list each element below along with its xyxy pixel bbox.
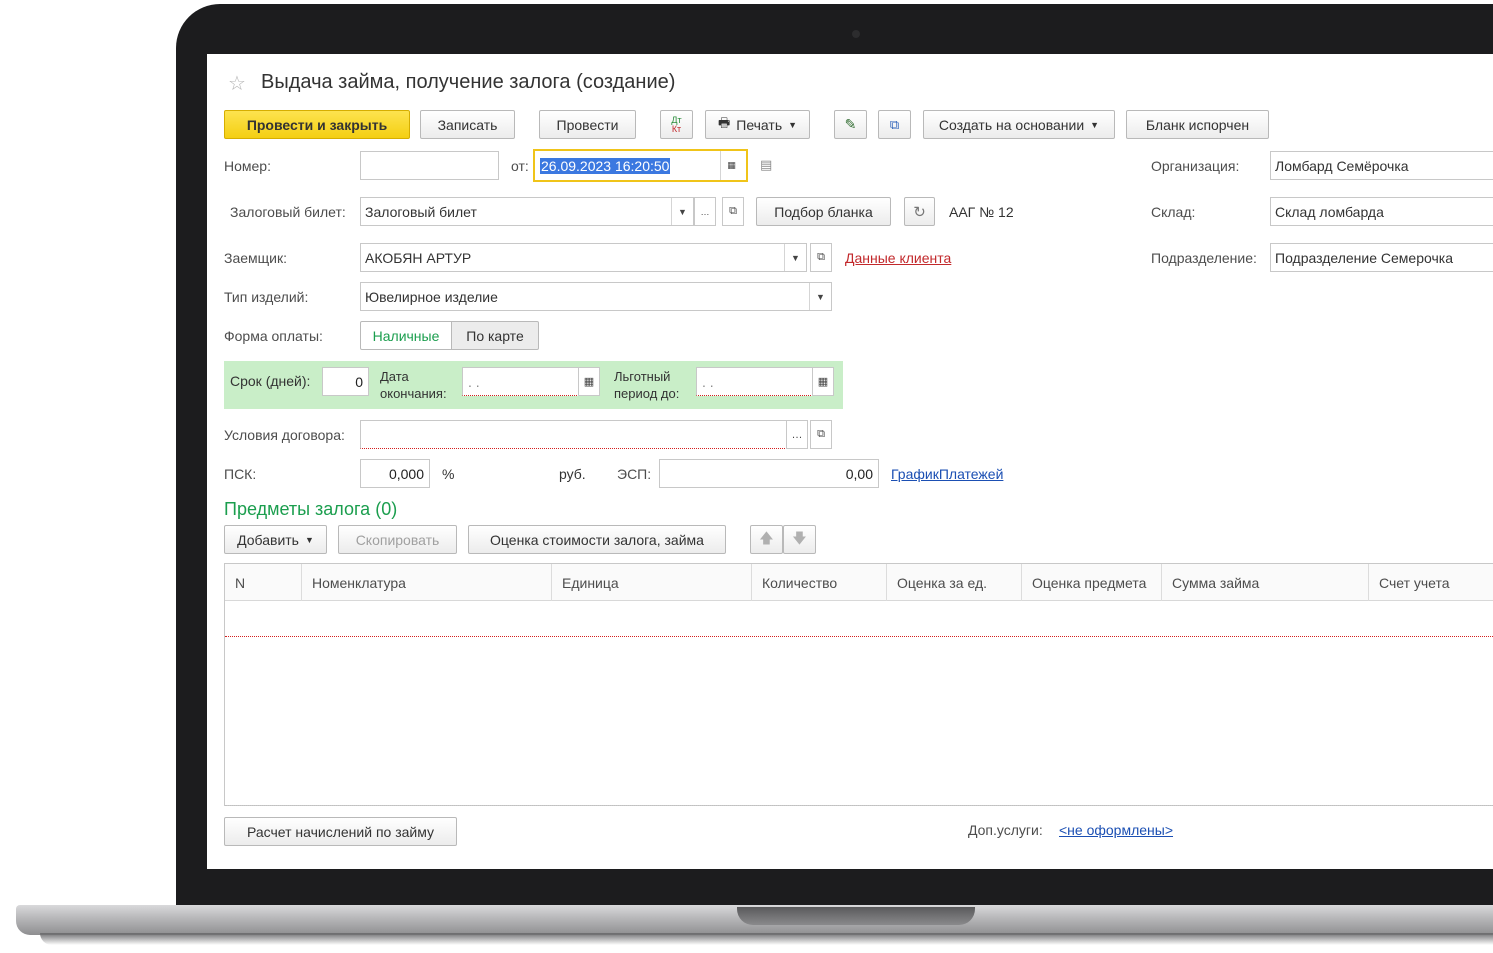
- printer-icon: 🖶: [717, 114, 731, 130]
- save-button[interactable]: Записать: [420, 110, 515, 139]
- blank-spoiled-button[interactable]: Бланк испорчен: [1126, 110, 1269, 139]
- column-header[interactable]: N: [225, 564, 302, 601]
- valuation-button[interactable]: Оценка стоимости залога, займа: [468, 525, 726, 554]
- organization-label: Организация:: [1151, 158, 1240, 174]
- ticket-select-icon[interactable]: …: [694, 197, 716, 226]
- department-field[interactable]: Подразделение Семерочка: [1270, 243, 1493, 272]
- ticket-label: Залоговый билет:: [230, 204, 346, 220]
- extra-services-label: Доп.услуги:: [968, 822, 1043, 838]
- loan-calculation-button[interactable]: Расчет начислений по займу: [224, 817, 457, 846]
- ticket-open-icon[interactable]: ⧉: [722, 197, 744, 226]
- rub-label: руб.: [559, 466, 586, 482]
- pick-blank-button[interactable]: Подбор бланка: [756, 197, 891, 226]
- date-field[interactable]: 26.09.2023 16:20:50: [533, 149, 748, 182]
- chevron-down-icon: ▼: [1090, 119, 1100, 130]
- esp-field[interactable]: 0,00: [659, 459, 879, 488]
- psk-unit: %: [442, 466, 455, 482]
- borrower-dropdown-icon[interactable]: ▼: [784, 244, 806, 271]
- refresh-button[interactable]: ↻: [904, 197, 935, 226]
- column-header[interactable]: Сумма займа: [1162, 564, 1369, 601]
- sign-button[interactable]: ✎: [834, 110, 867, 139]
- ticket-number: ААГ № 12: [949, 204, 1014, 220]
- favorite-star-icon[interactable]: ☆: [228, 71, 246, 96]
- number-field[interactable]: [360, 151, 499, 180]
- psk-field[interactable]: 0,000: [360, 459, 430, 488]
- client-data-link[interactable]: Данные клиента: [845, 250, 951, 266]
- structure-button[interactable]: ⧉: [878, 110, 911, 139]
- document-structure-icon: ⧉: [889, 116, 900, 132]
- ticket-dropdown-icon[interactable]: ▼: [671, 198, 693, 225]
- move-down-button[interactable]: 🡇: [783, 525, 816, 554]
- payment-form-label: Форма оплаты:: [224, 328, 323, 344]
- add-button[interactable]: Добавить ▼: [224, 525, 327, 554]
- post-and-close-button[interactable]: Провести и закрыть: [224, 110, 410, 139]
- table-header: N Номенклатура Единица Количество Оценка…: [225, 564, 1493, 601]
- item-type-field[interactable]: Ювелирное изделие: [360, 282, 832, 311]
- ticket-field[interactable]: Залоговый билет: [360, 197, 694, 226]
- move-up-button[interactable]: 🡅: [750, 525, 783, 554]
- pen-icon: ✎: [844, 116, 857, 132]
- camera-dot: [852, 30, 860, 38]
- grace-period-label: Льготный период до:: [614, 369, 680, 401]
- payment-schedule-link[interactable]: ГрафикПлатежей: [891, 466, 1003, 482]
- chevron-down-icon: ▼: [304, 534, 314, 545]
- arrow-up-icon: 🡅: [759, 529, 774, 546]
- column-header[interactable]: Счет учета: [1369, 564, 1493, 601]
- column-header[interactable]: Оценка за ед.: [887, 564, 1022, 601]
- warehouse-label: Склад:: [1151, 204, 1196, 220]
- comment-icon[interactable]: ▤: [760, 157, 772, 173]
- calendar-icon[interactable]: ▦: [720, 151, 742, 180]
- payment-cash-toggle[interactable]: Наличные: [360, 321, 452, 350]
- chevron-down-icon: ▼: [788, 119, 798, 130]
- pledge-section-title: Предметы залога (0): [224, 499, 398, 519]
- end-date-label: Дата окончания:: [380, 369, 447, 401]
- end-date-field[interactable]: . .: [462, 367, 579, 396]
- laptop-notch: [737, 907, 975, 925]
- borrower-field[interactable]: АКОБЯН АРТУР: [360, 243, 807, 272]
- contract-terms-label: Условия договора:: [224, 427, 345, 443]
- grace-period-field[interactable]: . .: [696, 367, 813, 396]
- borrower-open-icon[interactable]: ⧉: [810, 243, 832, 272]
- department-label: Подразделение:: [1151, 250, 1257, 266]
- copy-button[interactable]: Скопировать: [338, 525, 457, 554]
- number-label: Номер:: [224, 158, 271, 174]
- organization-field[interactable]: Ломбард Семёрочка: [1270, 151, 1493, 180]
- laptop-base-shadow: [40, 933, 1493, 945]
- page-title: Выдача займа, получение залога (создание…: [261, 71, 676, 93]
- print-button[interactable]: 🖶 Печать ▼: [705, 110, 810, 139]
- item-type-dropdown-icon[interactable]: ▼: [809, 283, 831, 310]
- app-window: ☆ Выдача займа, получение залога (создан…: [207, 54, 1493, 869]
- extra-services-link[interactable]: <не оформлены>: [1059, 822, 1173, 838]
- end-date-calendar-icon[interactable]: ▦: [578, 367, 600, 396]
- grace-period-calendar-icon[interactable]: ▦: [812, 367, 834, 396]
- pledge-items-table[interactable]: N Номенклатура Единица Количество Оценка…: [224, 563, 1493, 806]
- column-header[interactable]: Количество: [752, 564, 887, 601]
- item-type-label: Тип изделий:: [224, 289, 309, 305]
- psk-label: ПСК:: [224, 466, 257, 482]
- term-label: Срок (дней):: [230, 373, 311, 389]
- dt-kt-button[interactable]: Дт Кт: [660, 110, 693, 139]
- contract-terms-field[interactable]: [360, 420, 787, 449]
- arrow-down-icon: 🡇: [792, 529, 807, 546]
- dt-kt-icon: Дт Кт: [671, 114, 682, 134]
- warehouse-field[interactable]: Склад ломбарда: [1270, 197, 1493, 226]
- contract-terms-select-icon[interactable]: …: [786, 420, 808, 449]
- term-field[interactable]: 0: [322, 367, 369, 396]
- refresh-icon: ↻: [913, 203, 926, 221]
- borrower-label: Заемщик:: [224, 250, 288, 266]
- esp-label: ЭСП:: [617, 466, 652, 482]
- column-header[interactable]: Номенклатура: [302, 564, 552, 601]
- column-header[interactable]: Оценка предмета: [1022, 564, 1162, 601]
- column-header[interactable]: Единица: [552, 564, 752, 601]
- create-based-on-button[interactable]: Создать на основании ▼: [923, 110, 1115, 139]
- table-row-separator: [225, 636, 1493, 637]
- date-label: от:: [511, 158, 529, 174]
- contract-terms-open-icon[interactable]: ⧉: [810, 420, 832, 449]
- post-button[interactable]: Провести: [539, 110, 636, 139]
- payment-card-toggle[interactable]: По карте: [451, 321, 539, 350]
- table-bottom-border: [225, 805, 1493, 806]
